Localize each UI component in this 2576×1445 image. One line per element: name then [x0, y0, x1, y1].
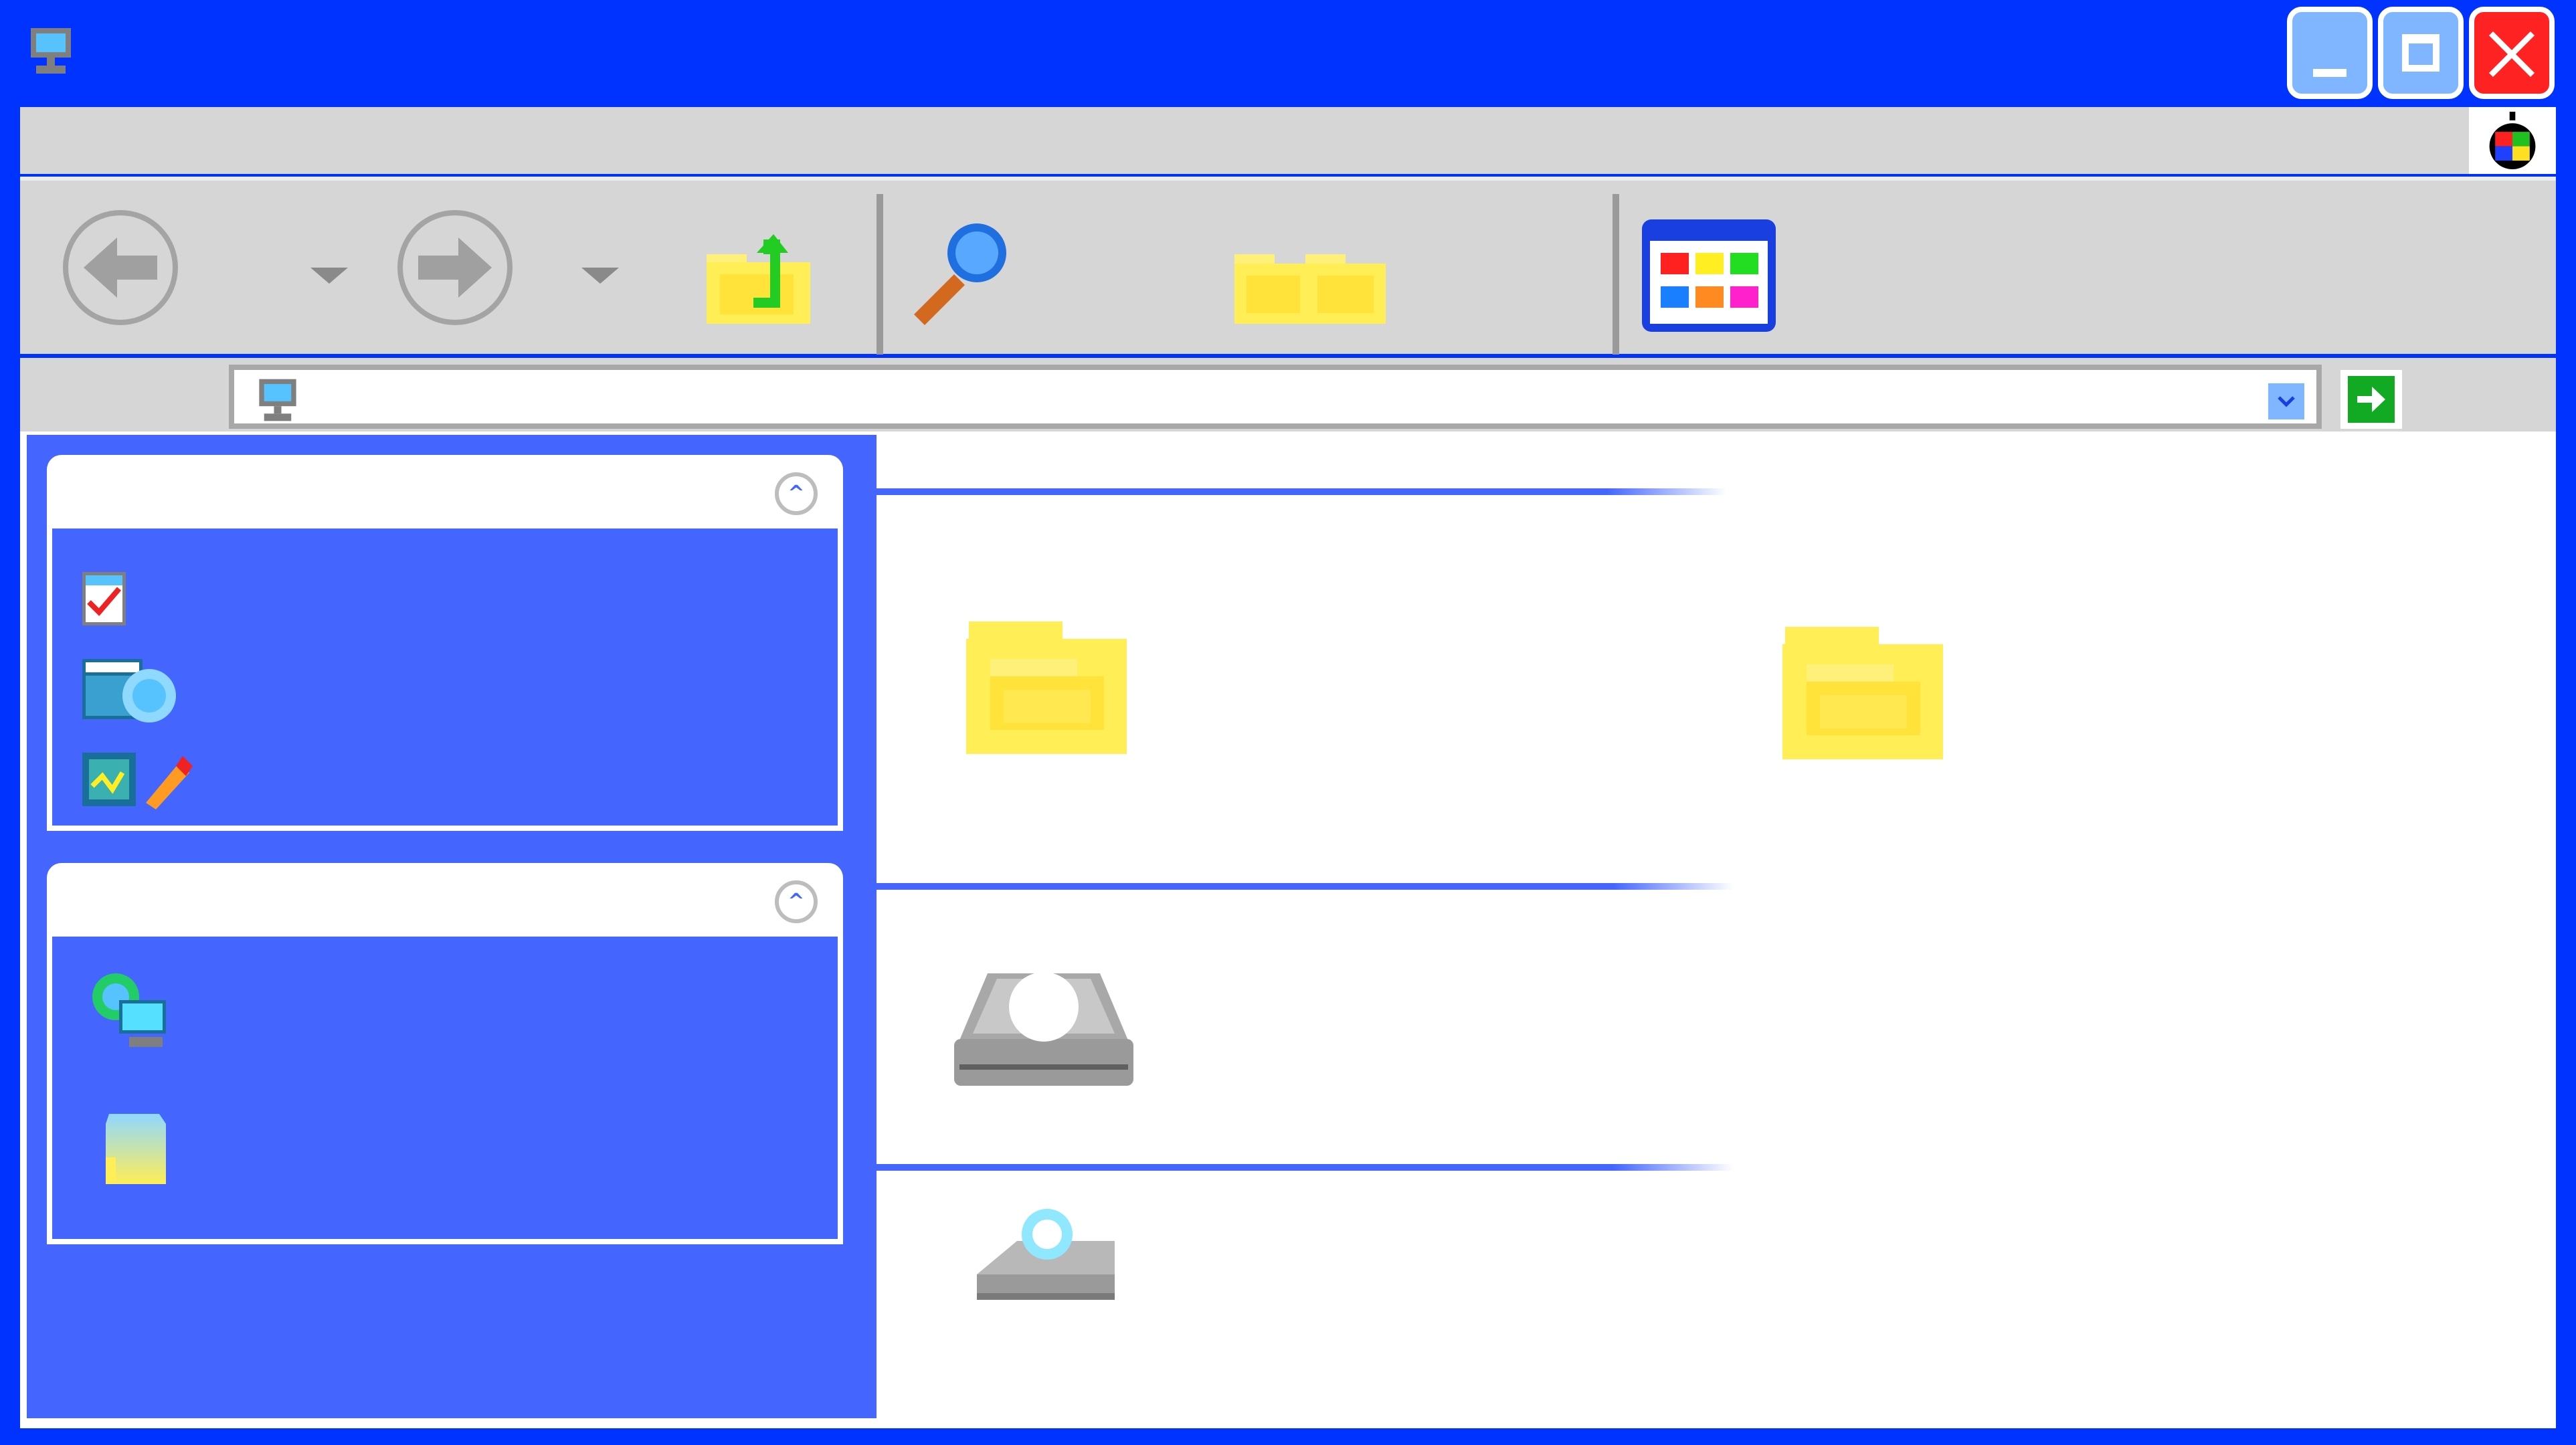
group-separator: [877, 883, 1733, 890]
task-item-system-info[interactable]: [79, 569, 146, 629]
file-list-pane: [877, 431, 2556, 1428]
folder-up-icon: [707, 234, 810, 324]
forward-arrow-icon: [397, 210, 513, 325]
add-remove-programs-icon: [82, 659, 176, 722]
collapse-button[interactable]: ^: [775, 472, 818, 515]
views-icon: [1642, 219, 1776, 332]
close-icon: [2489, 31, 2535, 77]
address-input[interactable]: [314, 374, 2191, 422]
task-pane: ^ ^: [27, 435, 877, 1418]
back-button[interactable]: [60, 207, 181, 328]
address-bar-row: [20, 358, 2556, 431]
place-item-network[interactable]: [89, 970, 189, 1050]
toolbar-separator: [877, 194, 883, 355]
chevron-up-icon: ^: [788, 482, 805, 505]
removable-drive-item[interactable]: [970, 1201, 1124, 1308]
group-separator: [877, 488, 1726, 495]
panel-header[interactable]: ^: [47, 863, 843, 937]
window-controls: [2287, 7, 2555, 99]
forward-dropdown-button[interactable]: [579, 265, 622, 288]
toolbar: [20, 177, 2556, 355]
title-bar: [0, 0, 2576, 107]
network-places-icon: [92, 973, 166, 1047]
back-arrow-icon: [63, 210, 178, 325]
back-dropdown-button[interactable]: [308, 265, 351, 288]
close-button[interactable]: [2469, 7, 2555, 99]
task-item-change-setting[interactable]: [79, 749, 206, 809]
collapse-button[interactable]: ^: [775, 880, 818, 923]
folders-button[interactable]: [1221, 241, 1395, 328]
hard-drive-icon: [954, 972, 1133, 1086]
removable-drive-icon: [977, 1209, 1115, 1300]
content-area: ^ ^: [20, 431, 2556, 1428]
task-item-add-remove[interactable]: [79, 656, 199, 729]
folder-item[interactable]: [963, 619, 1127, 756]
up-button[interactable]: [700, 234, 814, 328]
system-tasks-panel: ^: [47, 455, 843, 831]
minimize-icon: [2313, 69, 2347, 77]
folder-icon: [966, 621, 1127, 754]
address-dropdown-button[interactable]: [2266, 381, 2307, 422]
group-separator: [877, 1164, 1733, 1171]
minimize-button[interactable]: [2287, 7, 2373, 99]
views-button[interactable]: [1639, 214, 1780, 334]
go-button[interactable]: [2340, 370, 2402, 429]
maximize-button[interactable]: [2378, 7, 2464, 99]
chevron-down-icon: [581, 268, 619, 284]
menu-bar: [20, 107, 2556, 174]
toolbar-separator: [1613, 194, 1619, 355]
folder-icon: [1782, 627, 1943, 759]
folder-item[interactable]: [1780, 624, 1944, 761]
chevron-up-icon: ^: [788, 890, 805, 913]
change-setting-icon: [82, 753, 193, 809]
panel-header[interactable]: ^: [47, 455, 843, 528]
place-item-documents[interactable]: [99, 1104, 186, 1191]
forward-button[interactable]: [395, 207, 515, 328]
windows-flag-icon: [2469, 107, 2556, 174]
go-arrow-icon: [2348, 376, 2395, 423]
view-system-info-icon: [82, 572, 126, 625]
other-places-panel: ^: [47, 863, 843, 1244]
folders-icon: [1234, 254, 1386, 324]
computer-icon: [254, 377, 301, 423]
search-icon: [914, 223, 1006, 325]
address-bar[interactable]: [229, 365, 2322, 429]
computer-icon[interactable]: [25, 25, 76, 79]
chevron-down-icon: [2278, 396, 2295, 407]
search-button[interactable]: [901, 214, 1021, 328]
panel-body: [47, 528, 843, 831]
drive-item[interactable]: [950, 967, 1137, 1094]
maximize-icon: [2402, 34, 2440, 72]
my-documents-icon: [106, 1114, 166, 1184]
panel-body: [47, 937, 843, 1244]
chevron-down-icon: [310, 268, 348, 284]
